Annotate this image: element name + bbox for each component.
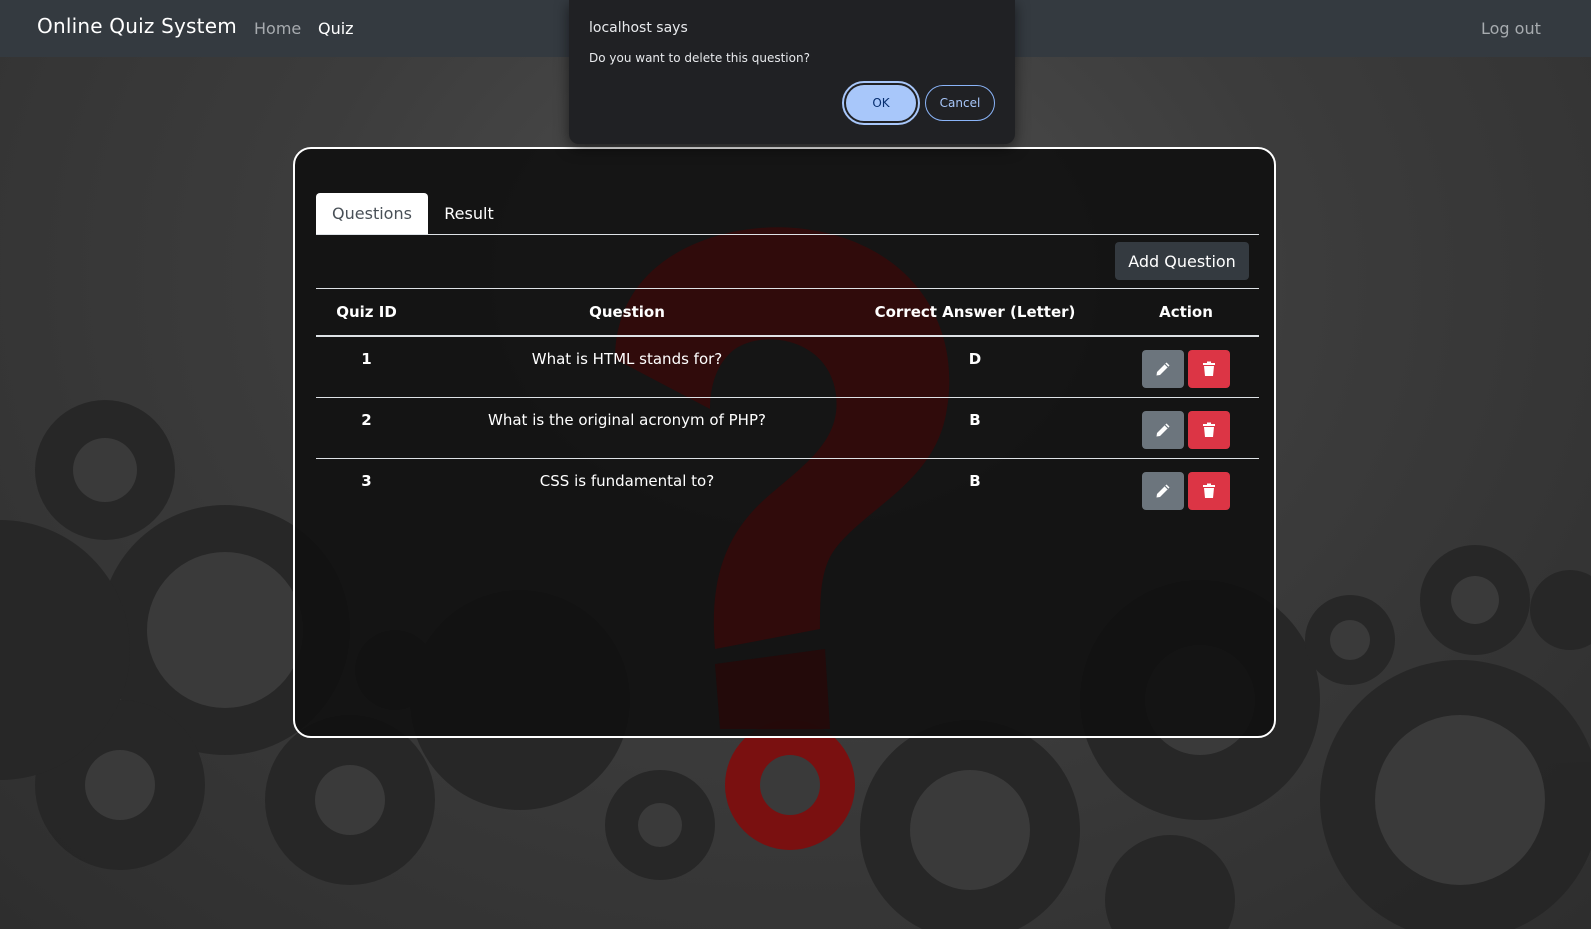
- dialog-cancel-button[interactable]: Cancel: [925, 85, 995, 121]
- cell-question: What is HTML stands for?: [531, 350, 723, 368]
- trash-icon: [1203, 422, 1215, 437]
- tab-questions[interactable]: Questions: [316, 193, 428, 234]
- tab-bar: Questions Result: [316, 193, 1259, 235]
- table-row: 1 What is HTML stands for? D: [316, 336, 1259, 397]
- cell-action: [1113, 336, 1259, 397]
- edit-button[interactable]: [1142, 410, 1184, 449]
- logout-link[interactable]: Log out: [1481, 19, 1541, 38]
- header-quiz-id: Quiz ID: [336, 303, 397, 321]
- pencil-icon: [1156, 423, 1170, 436]
- questions-table: Quiz ID Question Correct Answer (Letter)…: [316, 288, 1259, 519]
- pencil-icon: [1156, 362, 1170, 376]
- cell-answer: B: [969, 410, 981, 429]
- cell-answer: D: [968, 350, 982, 368]
- delete-button[interactable]: [1188, 350, 1230, 388]
- table-row: 2 What is the original acronym of PHP? B: [316, 397, 1259, 458]
- edit-button[interactable]: [1142, 350, 1184, 388]
- quiz-panel: Questions Result Add Question Quiz ID Qu…: [293, 147, 1276, 738]
- edit-button[interactable]: [1142, 471, 1184, 510]
- pencil-icon: [1156, 484, 1170, 497]
- header-correct-answer: Correct Answer (Letter): [874, 303, 1076, 321]
- cell-answer: B: [969, 471, 981, 490]
- tab-result[interactable]: Result: [444, 193, 494, 234]
- cell-question: CSS is fundamental to?: [539, 471, 715, 490]
- add-question-button[interactable]: Add Question: [1115, 242, 1249, 280]
- table-header-row: Quiz ID Question Correct Answer (Letter)…: [316, 288, 1259, 336]
- nav-link-home[interactable]: Home: [254, 19, 301, 38]
- delete-button[interactable]: [1188, 410, 1230, 449]
- cell-question: What is the original acronym of PHP?: [488, 410, 766, 429]
- cell-action: [1113, 397, 1259, 458]
- cell-action: [1113, 458, 1259, 519]
- dialog-ok-button[interactable]: OK: [842, 81, 920, 125]
- dialog-title: localhost says: [589, 20, 688, 36]
- nav-link-quiz[interactable]: Quiz: [318, 19, 354, 38]
- cell-quiz-id: 3: [361, 471, 372, 490]
- table-row: 3 CSS is fundamental to? B: [316, 458, 1259, 519]
- brand-title[interactable]: Online Quiz System: [37, 14, 237, 38]
- header-action: Action: [1159, 303, 1213, 321]
- dialog-message: Do you want to delete this question?: [589, 51, 810, 65]
- cell-quiz-id: 2: [361, 410, 372, 429]
- header-question: Question: [589, 303, 665, 321]
- trash-icon: [1203, 483, 1215, 498]
- confirm-dialog: localhost says Do you want to delete thi…: [569, 0, 1015, 144]
- trash-icon: [1203, 361, 1215, 376]
- cell-quiz-id: 1: [361, 350, 372, 368]
- delete-button[interactable]: [1188, 471, 1230, 510]
